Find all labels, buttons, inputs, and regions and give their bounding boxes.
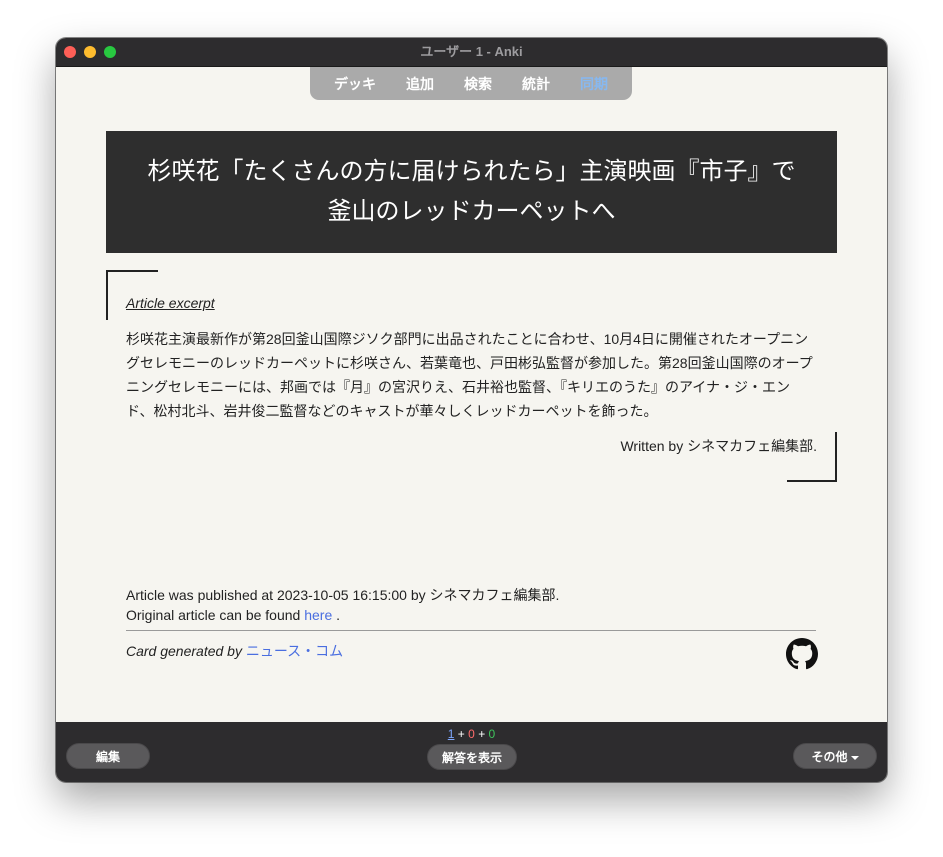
card-content: 杉咲花「たくさんの方に届けられたら」主演映画『市子』で釜山のレッドカーペットへ … — [56, 66, 887, 722]
title-bar: ユーザー 1 - Anki — [56, 38, 887, 67]
show-answer-label: 解答を表示 — [441, 751, 502, 765]
publication-info: Article was published at 2023-10-05 16:1… — [126, 585, 559, 625]
caret-down-icon — [850, 755, 859, 760]
quote-corner-bottom-right — [787, 432, 837, 482]
more-button-label: その他 — [811, 750, 848, 764]
generator-link[interactable]: ニュース・コム — [246, 643, 343, 659]
card-counts: 1 + 0 + 0 — [56, 727, 887, 741]
edit-button-label: 編集 — [95, 750, 120, 764]
review-bottom-bar: 1 + 0 + 0 編集 解答を表示 その他 — [56, 722, 887, 782]
show-answer-button[interactable]: 解答を表示 — [427, 744, 517, 770]
original-article-line: Original article can be found here . — [126, 605, 559, 625]
anki-window: ユーザー 1 - Anki デッキ 追加 検索 統計 同期 杉咲花「たくさんの方… — [56, 38, 887, 782]
headline-text: 杉咲花「たくさんの方に届けられたら」主演映画『市子』で釜山のレッドカーペットへ — [147, 158, 796, 225]
original-article-link[interactable]: here — [304, 607, 332, 623]
window-title: ユーザー 1 - Anki — [420, 44, 523, 59]
review-count: 0 — [488, 727, 496, 741]
footer-divider — [126, 630, 816, 631]
article-excerpt: 杉咲花主演最新作が第28回釜山国際ジソク部門に出品されたことに合わせ、10月4日… — [126, 331, 813, 419]
edit-button[interactable]: 編集 — [66, 743, 150, 769]
new-count: 1 — [447, 727, 455, 741]
learn-count: 0 — [468, 727, 475, 741]
original-prefix: Original article can be found — [126, 607, 301, 623]
card-generated-line: Card generated by ニュース・コム — [126, 641, 343, 661]
more-button[interactable]: その他 — [793, 743, 877, 769]
github-icon[interactable] — [786, 638, 818, 670]
article-headline: 杉咲花「たくさんの方に届けられたら」主演映画『市子』で釜山のレッドカーペットへ — [106, 131, 837, 253]
published-at: Article was published at 2023-10-05 16:1… — [126, 587, 560, 603]
plus-sign: + — [478, 727, 486, 741]
original-suffix: . — [336, 607, 341, 623]
plus-sign: + — [457, 727, 465, 741]
excerpt-label: Article excerpt — [126, 295, 215, 311]
generated-by-label: Card generated by — [126, 643, 242, 659]
